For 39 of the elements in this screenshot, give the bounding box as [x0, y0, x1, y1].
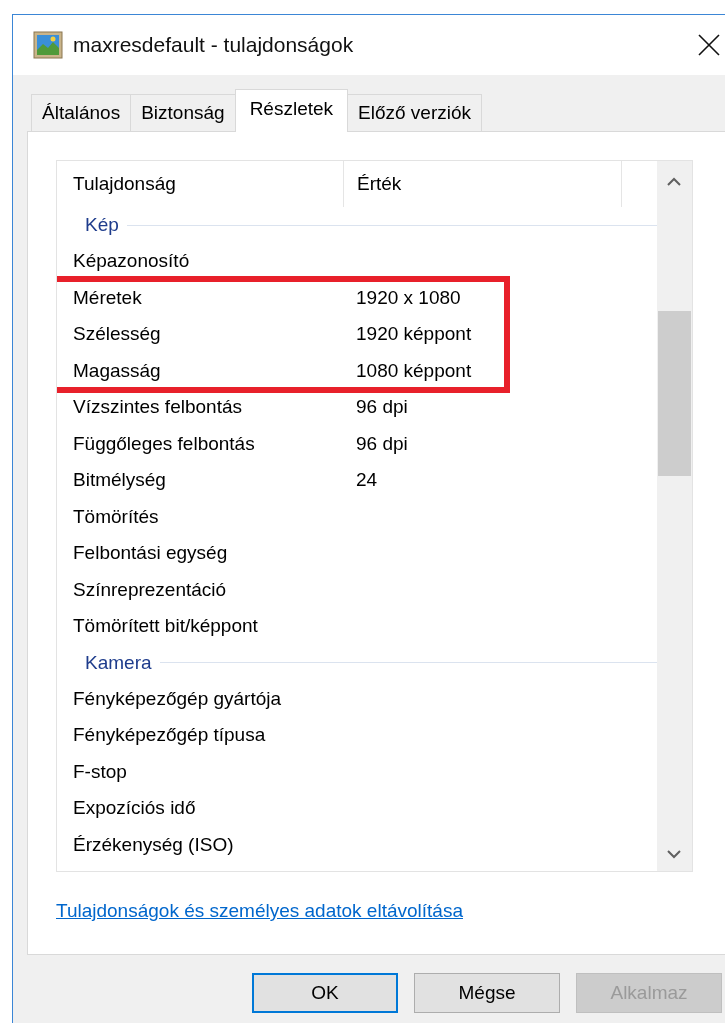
scroll-down-icon[interactable] — [667, 850, 681, 859]
tab[interactable]: Előző verziók — [347, 94, 483, 131]
scroll-thumb[interactable] — [658, 311, 691, 476]
remove-properties-link[interactable]: Tulajdonságok és személyes adatok eltávolítása — [56, 900, 463, 922]
property-name: Érzékenység (ISO) — [72, 833, 235, 856]
property-name: Tömörítés — [72, 505, 160, 528]
property-name: Fényképezőgép típusa — [72, 724, 267, 747]
group-title: Kamera — [85, 651, 152, 674]
dialog-button[interactable]: Mégse — [414, 973, 560, 1013]
property-name: Képazonosító — [72, 250, 191, 273]
property-value: 96 dpi — [355, 432, 408, 455]
property-name: F-stop — [72, 760, 128, 783]
property-name: Magasság — [72, 359, 162, 382]
property-value: 1920 x 1080 — [355, 286, 461, 309]
close-icon[interactable] — [698, 34, 720, 56]
property-name: Felbontási egység — [72, 542, 229, 565]
column-header[interactable]: Érték — [344, 161, 622, 207]
image-file-icon — [33, 30, 63, 60]
window-title: maxresdefault - tulajdonságok — [73, 33, 355, 57]
property-name: Bitmélység — [72, 469, 167, 492]
property-value: 24 — [355, 469, 378, 492]
property-name: Méretek — [72, 286, 143, 309]
property-name: Expozíciós idő — [72, 797, 197, 820]
property-name: Színreprezentáció — [72, 578, 228, 601]
property-value: 1080 képpont — [355, 359, 472, 382]
property-value: 1920 képpont — [355, 323, 472, 346]
property-value: 96 dpi — [355, 396, 408, 419]
scrollbar[interactable] — [657, 161, 692, 871]
tab[interactable]: Általános — [31, 94, 132, 131]
group-title: Kép — [85, 214, 119, 236]
property-name: Fényképezőgép gyártója — [72, 687, 283, 710]
tab[interactable]: Részletek — [234, 89, 349, 132]
property-name: Függőleges felbontás — [72, 432, 256, 455]
property-name: Vízszintes felbontás — [72, 396, 243, 419]
property-name: Tömörített bit/képpont — [72, 615, 259, 638]
property-name: Szélesség — [72, 323, 162, 346]
dialog-button[interactable]: OK — [252, 973, 398, 1013]
column-header[interactable]: Tulajdonság — [57, 161, 344, 207]
scroll-up-icon[interactable] — [667, 177, 681, 186]
